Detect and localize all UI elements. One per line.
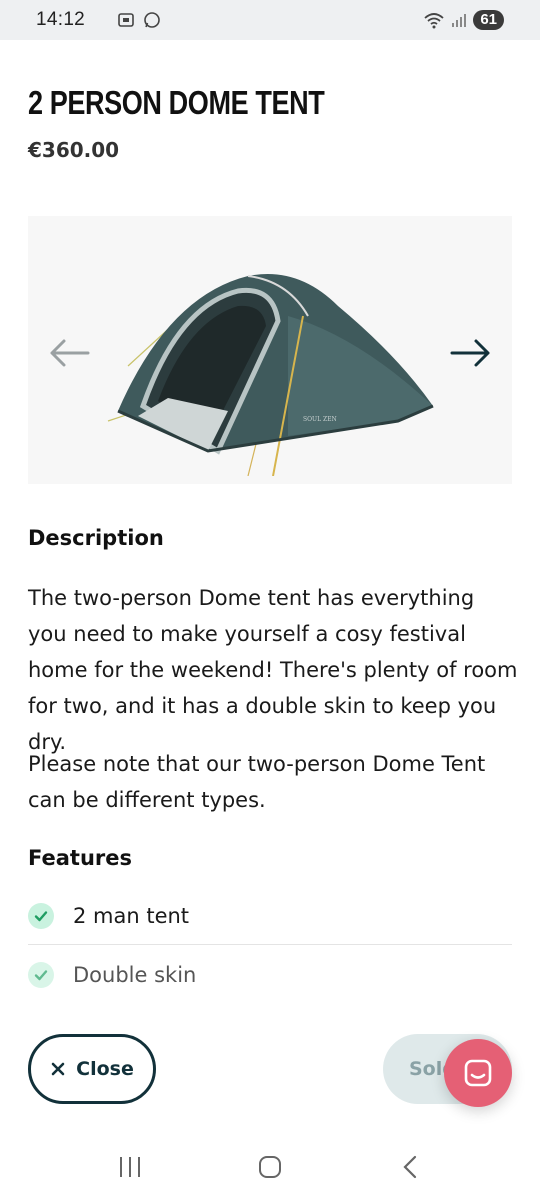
status-indicators: 61 [423, 10, 504, 30]
feature-label: Double skin [73, 963, 197, 987]
svg-text:SOUL ZEN: SOUL ZEN [303, 416, 337, 423]
wifi-icon [424, 13, 444, 29]
features-heading: Features [28, 846, 132, 870]
battery-indicator: 61 [473, 10, 504, 30]
notification-icons [117, 11, 161, 29]
arrow-left-icon[interactable] [48, 336, 92, 370]
whatsapp-icon [144, 12, 160, 28]
system-navigation-bar [0, 1134, 540, 1200]
status-bar: 14:12 61 [0, 0, 540, 40]
description-note: Please note that our two-person Dome Ten… [28, 752, 486, 812]
feature-item: 2 man tent [28, 887, 512, 945]
check-icon [28, 962, 54, 988]
chat-launcher-button[interactable] [444, 1039, 512, 1107]
home-button[interactable] [240, 1142, 300, 1192]
description-heading: Description [28, 526, 164, 550]
screenshot-icon [118, 13, 134, 27]
status-time: 14:12 [36, 9, 86, 30]
recent-apps-icon [120, 1157, 140, 1177]
signal-icon [452, 14, 467, 27]
product-image-carousel[interactable]: SOUL ZEN [28, 216, 512, 484]
check-icon [28, 902, 54, 929]
recent-apps-button[interactable] [100, 1142, 160, 1192]
feature-item: Double skin [28, 946, 512, 1004]
close-button-label: Close [76, 1058, 134, 1080]
arrow-right-icon[interactable] [448, 336, 492, 370]
product-image-tent: SOUL ZEN [107, 274, 434, 476]
close-button[interactable]: Close [28, 1034, 156, 1104]
back-icon [403, 1155, 417, 1179]
chat-icon [464, 1059, 492, 1087]
feature-label: 2 man tent [73, 903, 190, 928]
product-title: 2 PERSON DOME TENT [28, 84, 325, 121]
close-icon [51, 1062, 65, 1076]
home-icon [259, 1156, 281, 1178]
description-paragraph: The two-person Dome tent has everything … [28, 586, 518, 754]
back-button[interactable] [380, 1142, 440, 1192]
product-price: €360.00 [28, 138, 120, 162]
